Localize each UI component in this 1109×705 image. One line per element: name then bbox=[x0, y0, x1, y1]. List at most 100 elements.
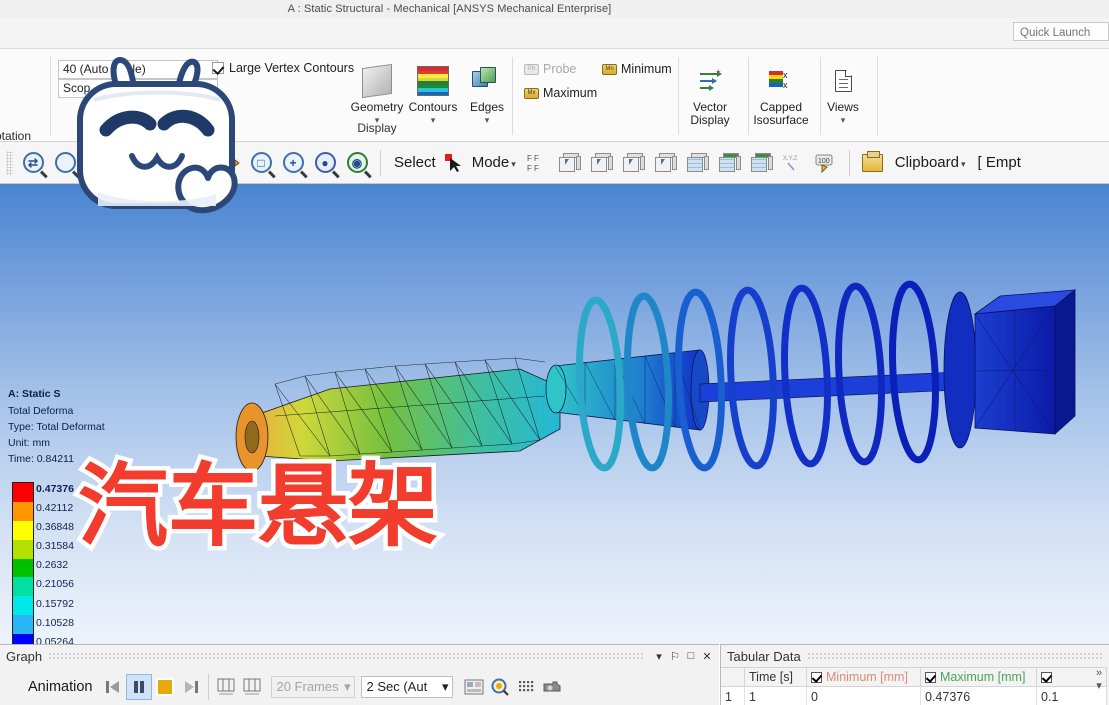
zoom-to-fit-icon[interactable]: ⇄ bbox=[18, 148, 48, 178]
grid-button[interactable] bbox=[513, 674, 539, 700]
legend-label-3: 0.31584 bbox=[36, 540, 74, 553]
svg-text:X.Y.Z: X.Y.Z bbox=[783, 156, 798, 162]
probe-label-icon[interactable]: 100 bbox=[811, 148, 841, 178]
vector-display-icon: + bbox=[672, 61, 748, 101]
annotation-line-3: Unit: mm bbox=[8, 437, 50, 449]
mascot-watermark-icon bbox=[77, 57, 238, 214]
duration-value: 2 Sec (Aut bbox=[366, 679, 428, 694]
vector-display-label-2: Display bbox=[690, 113, 730, 127]
ansys-mechanical-window: A : Static Structural - Mechanical [ANSY… bbox=[0, 0, 1109, 705]
legend-swatch-2 bbox=[13, 520, 33, 540]
graphics-viewport[interactable]: A: Static S Total Deforma Type: Total De… bbox=[0, 184, 1109, 644]
edge-select-icon[interactable] bbox=[587, 148, 617, 178]
panel-close-icon[interactable]: ✕ bbox=[699, 648, 715, 664]
maximum-badge-icon: Mx bbox=[524, 87, 539, 99]
stop-button[interactable] bbox=[152, 674, 178, 700]
clipboard-icon[interactable] bbox=[858, 148, 888, 178]
distribute-frames-button[interactable] bbox=[213, 674, 239, 700]
coordinate-axis-icon[interactable]: X.Y.Z bbox=[779, 148, 809, 178]
vertex-select-icon[interactable] bbox=[555, 148, 585, 178]
legend-label-4: 0.2632 bbox=[36, 559, 69, 572]
panel-menu-caret-icon[interactable]: ▾ bbox=[651, 648, 667, 664]
legend-label-2: 0.36848 bbox=[36, 521, 74, 534]
legend-label-5: 0.21056 bbox=[36, 578, 74, 591]
mode-text: Mode bbox=[471, 154, 510, 171]
zoom-in-icon[interactable]: + bbox=[278, 148, 308, 178]
annotation-line-4: Time: 0.84211 bbox=[8, 453, 74, 465]
camera-button[interactable] bbox=[539, 674, 565, 700]
maximum-item[interactable]: Mx Maximum bbox=[524, 86, 597, 100]
distribute-frames-alt-button[interactable] bbox=[239, 674, 265, 700]
views-button[interactable]: Views ▾ bbox=[812, 61, 874, 126]
last-frame-button[interactable] bbox=[178, 674, 204, 700]
body-select-icon[interactable] bbox=[651, 148, 681, 178]
legend-label-0: 0.47376 bbox=[36, 483, 74, 495]
zoom-region-icon[interactable]: ◉ bbox=[342, 148, 372, 178]
mode-label[interactable]: Mode ▾ bbox=[466, 154, 522, 171]
display-group-caption: Display bbox=[357, 121, 397, 135]
capped-isosurface-button[interactable]: x x Capped Isosurface bbox=[742, 61, 820, 127]
export-animation-button[interactable] bbox=[461, 674, 487, 700]
annotation-line-2: Type: Total Deformat bbox=[8, 421, 105, 433]
scroll-down-icon[interactable]: » bbox=[1092, 667, 1106, 679]
table-header-label: Minimum [mm] bbox=[826, 670, 908, 684]
window-title: A : Static Structural - Mechanical [ANSY… bbox=[287, 3, 612, 15]
svg-text:100: 100 bbox=[818, 158, 830, 165]
table-scroll-controls[interactable]: » ▾ bbox=[1092, 667, 1106, 692]
minimum-badge-icon: Mn bbox=[602, 63, 617, 75]
minimum-item[interactable]: Mn Minimum bbox=[602, 62, 672, 76]
annotation-line-1: Total Deforma bbox=[8, 405, 74, 417]
mesh-element-icon[interactable] bbox=[715, 148, 745, 178]
panel-maximize-icon[interactable]: □ bbox=[683, 648, 699, 664]
mesh-node-icon[interactable] bbox=[683, 148, 713, 178]
toolbar-grip[interactable] bbox=[6, 150, 13, 175]
animation-toolbar: Animation 20 Frames ▾ 2 Sec (Aut ▾ bbox=[0, 667, 719, 705]
legend-swatch-4 bbox=[13, 558, 33, 578]
table-cell-1[interactable]: 1 bbox=[745, 687, 807, 705]
pause-button[interactable] bbox=[126, 673, 153, 700]
mesh-body-icon[interactable] bbox=[747, 148, 777, 178]
table-cell-2[interactable]: 0 bbox=[807, 687, 921, 705]
panel-pin-icon[interactable]: ⚐ bbox=[667, 648, 683, 664]
tabular-data-table[interactable]: Time [s] Minimum [mm] Maximum [mm] 1 1 0 0.47… bbox=[721, 667, 1109, 705]
legend-swatch-3 bbox=[13, 539, 33, 559]
selection-filter-icon[interactable]: F F F F bbox=[523, 148, 553, 178]
overlay-title-top: 汽车悬架 bbox=[78, 454, 438, 559]
svg-text:+: + bbox=[716, 68, 721, 76]
table-header-cell-2[interactable]: Minimum [mm] bbox=[807, 667, 921, 687]
first-frame-button[interactable] bbox=[100, 674, 126, 700]
column-checkbox[interactable] bbox=[1041, 671, 1052, 683]
column-checkbox[interactable] bbox=[925, 671, 936, 683]
chevron-down-icon: ▾ bbox=[441, 678, 449, 694]
panel-drag-dots[interactable] bbox=[48, 651, 645, 661]
views-label: Views bbox=[827, 100, 859, 114]
find-button[interactable] bbox=[487, 674, 513, 700]
frames-combo[interactable]: 20 Frames ▾ bbox=[271, 675, 356, 698]
annotation-line-0: A: Static S bbox=[8, 388, 61, 400]
table-header-cell-1[interactable]: Time [s] bbox=[745, 667, 807, 687]
chevron-down-icon[interactable]: ▾ bbox=[1092, 679, 1106, 692]
clipboard-button[interactable]: Clipboard ▾ bbox=[889, 154, 972, 171]
table-cell-0[interactable]: 1 bbox=[721, 687, 745, 705]
table-row[interactable]: 1 1 0 0.47376 0.1 bbox=[721, 687, 1109, 705]
table-header-label: Maximum [mm] bbox=[940, 670, 1026, 684]
contour-legend-labels: 0.47376 0.42112 0.36848 0.31584 0.2632 0.2105… bbox=[36, 480, 74, 644]
svg-text:F: F bbox=[534, 154, 539, 163]
table-header-cell-0[interactable] bbox=[721, 667, 745, 687]
table-header-cell-3[interactable]: Maximum [mm] bbox=[921, 667, 1037, 687]
vector-display-button[interactable]: + Vector Display bbox=[672, 61, 748, 127]
duration-combo[interactable]: 2 Sec (Aut ▾ bbox=[361, 675, 454, 698]
panel-drag-dots[interactable] bbox=[806, 651, 1103, 661]
clipboard-label: Clipboard bbox=[894, 154, 959, 171]
legend-label-7: 0.10528 bbox=[36, 616, 74, 629]
zoom-fit-icon[interactable]: ● bbox=[310, 148, 340, 178]
table-cell-3[interactable]: 0.47376 bbox=[921, 687, 1037, 705]
tabular-panel-header: Tabular Data bbox=[721, 645, 1109, 667]
column-checkbox[interactable] bbox=[811, 671, 822, 683]
tabular-data-panel: Tabular Data Time [s] Minimum [mm] Maximum… bbox=[720, 644, 1109, 705]
chevron-down-icon[interactable]: ▾ bbox=[812, 115, 874, 126]
quick-launch-input[interactable] bbox=[1013, 22, 1109, 41]
face-select-icon[interactable] bbox=[619, 148, 649, 178]
select-label: Select bbox=[394, 154, 436, 171]
svg-text:F: F bbox=[527, 164, 532, 173]
